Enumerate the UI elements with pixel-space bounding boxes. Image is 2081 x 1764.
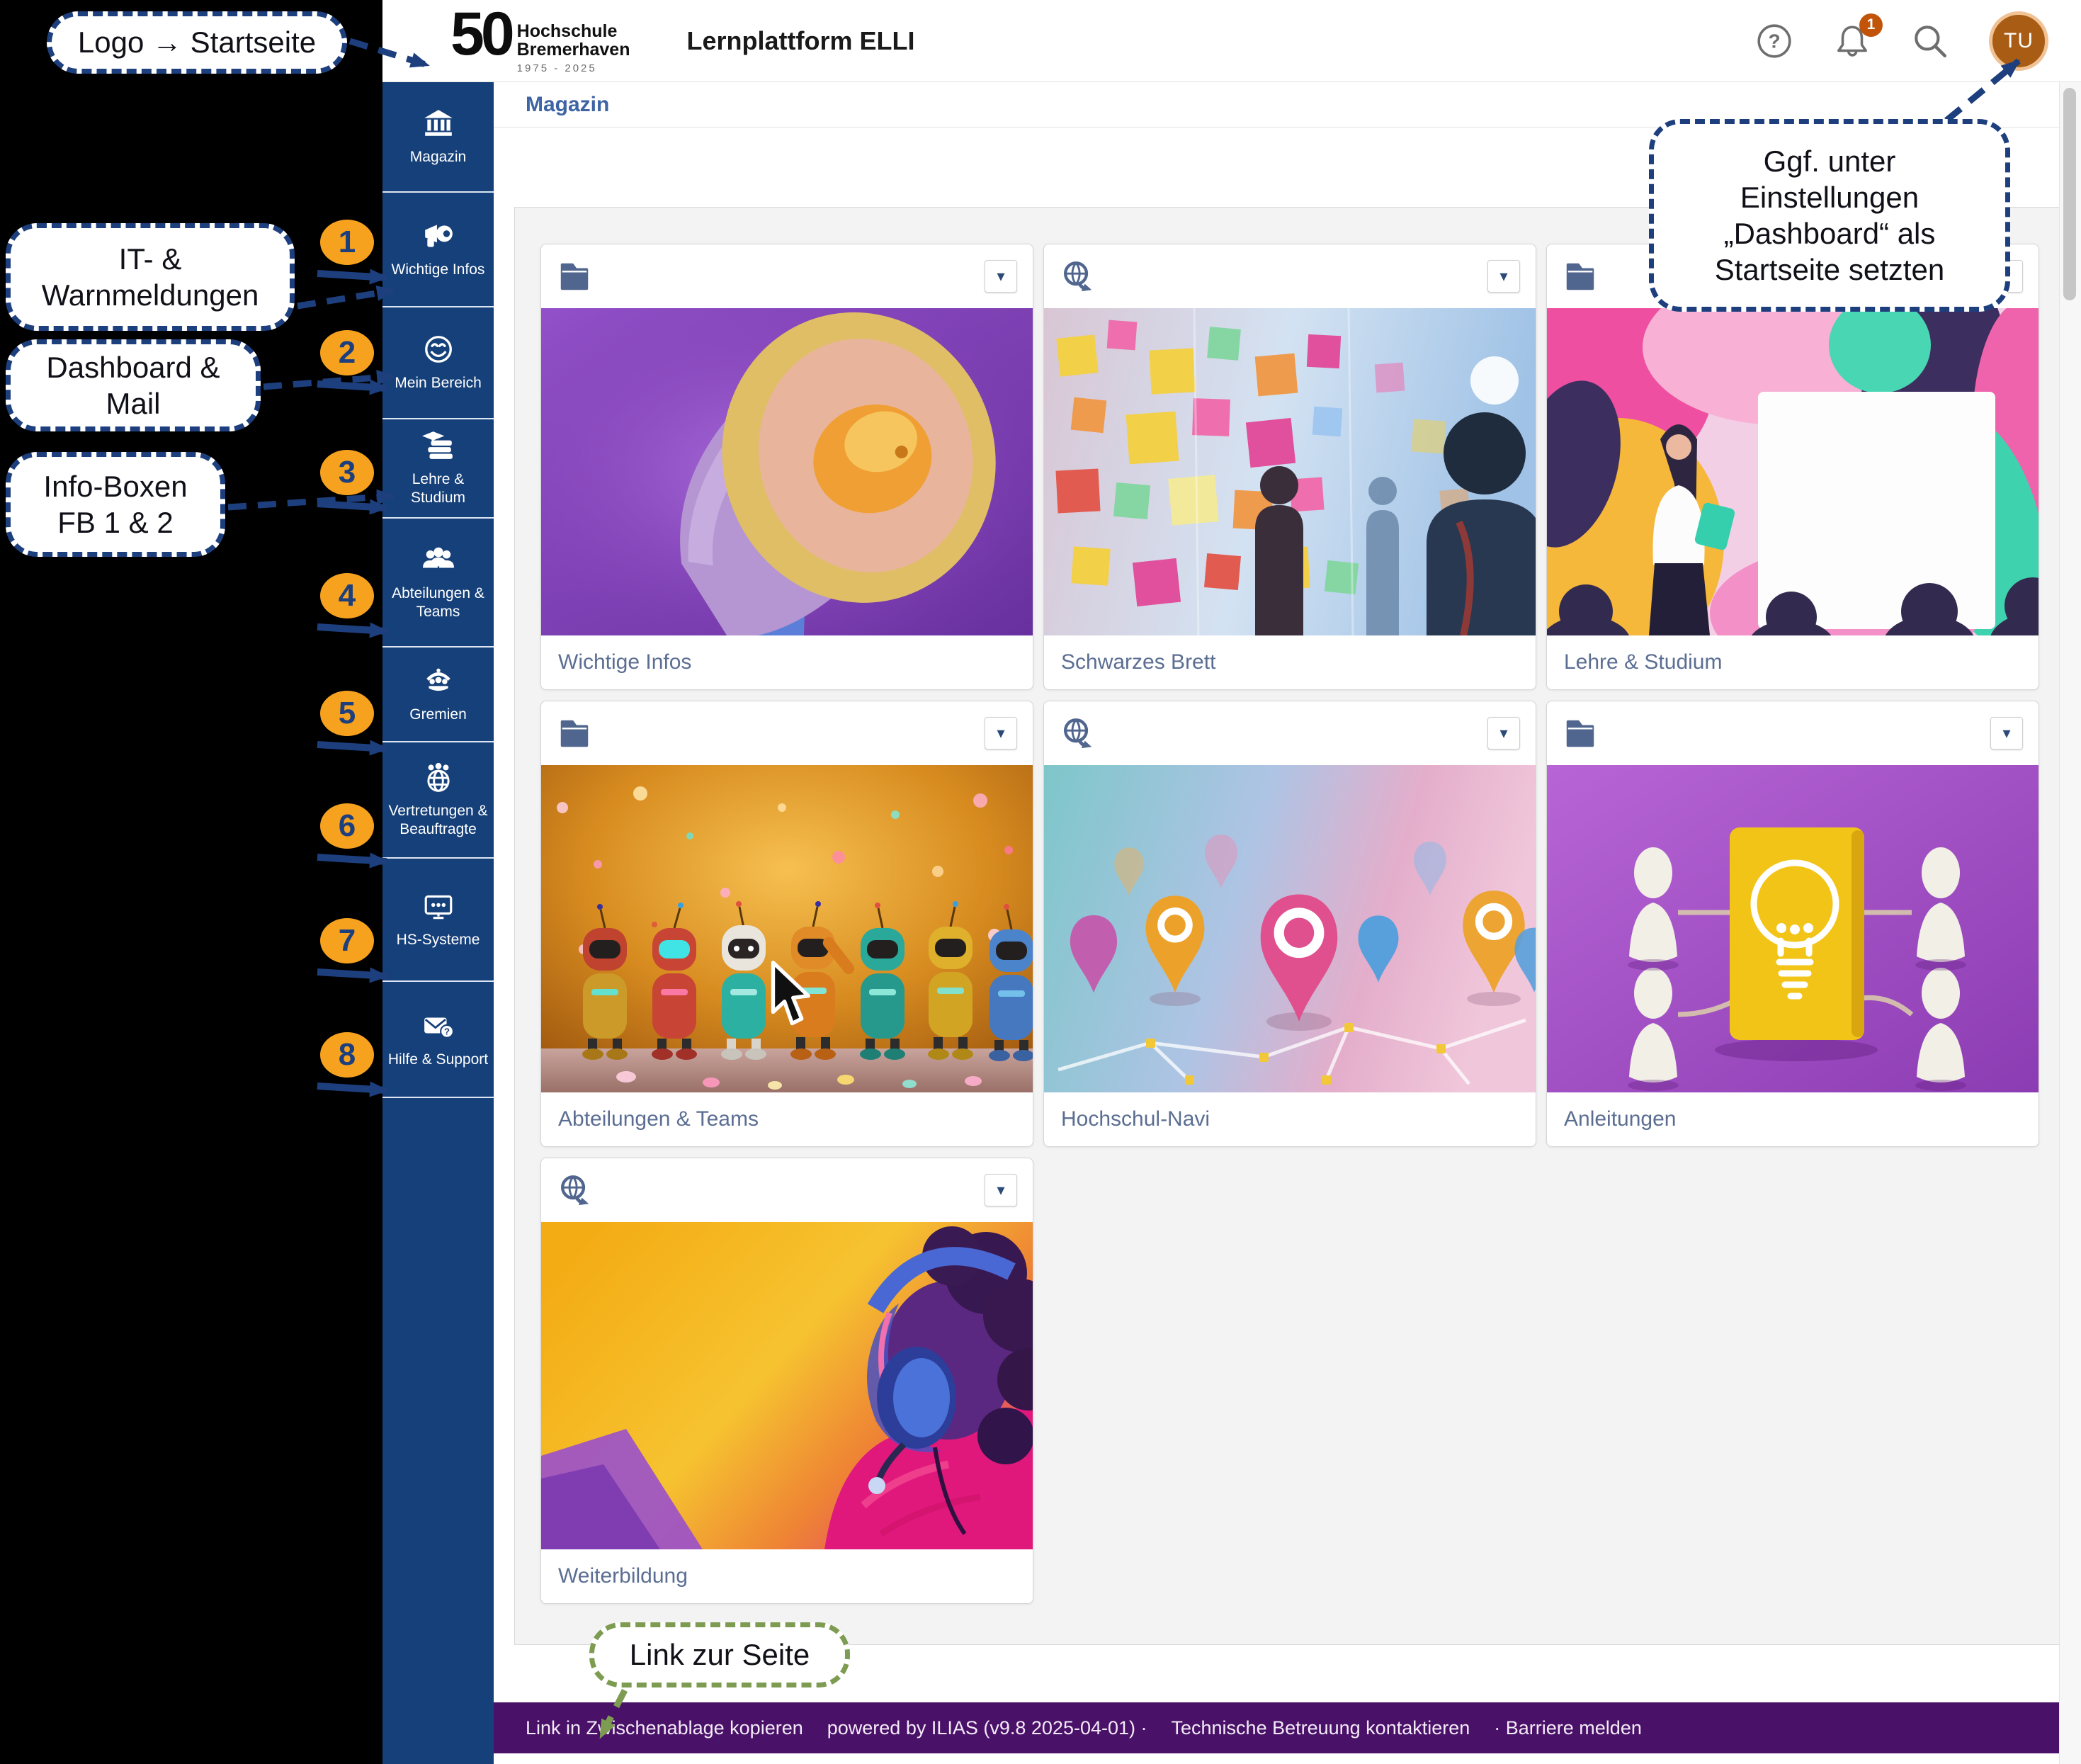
annotation-number-6: 6 bbox=[320, 803, 374, 849]
annotation-number-3: 3 bbox=[320, 450, 374, 495]
annotation-callout-info-boxen: Info-Boxen FB 1 & 2 bbox=[6, 452, 225, 557]
annotation-number-1: 1 bbox=[320, 220, 374, 265]
annotation-callout-link-zur-seite: Link zur Seite bbox=[589, 1622, 850, 1687]
annotation-callout-dashboard-startseite: Ggf. unter Einstellungen „Dashboard“ als… bbox=[1649, 119, 2010, 312]
annotation-callout-it-warnmeldungen: IT- & Warnmeldungen bbox=[6, 223, 295, 331]
annotation-number-4: 4 bbox=[320, 573, 374, 618]
annotation-layer: Logo → Startseite IT- & WarnmeldungenDash… bbox=[0, 0, 2081, 1764]
annotation-callout-logo-startseite: Logo → Startseite bbox=[47, 11, 347, 74]
annotation-number-5: 5 bbox=[320, 691, 374, 736]
mouse-cursor bbox=[769, 961, 813, 1027]
annotation-callout-dashboard-mail: Dashboard & Mail bbox=[6, 339, 261, 431]
annotation-number-7: 7 bbox=[320, 918, 374, 963]
annotation-number-8: 8 bbox=[320, 1032, 374, 1078]
annotation-number-2: 2 bbox=[320, 330, 374, 375]
